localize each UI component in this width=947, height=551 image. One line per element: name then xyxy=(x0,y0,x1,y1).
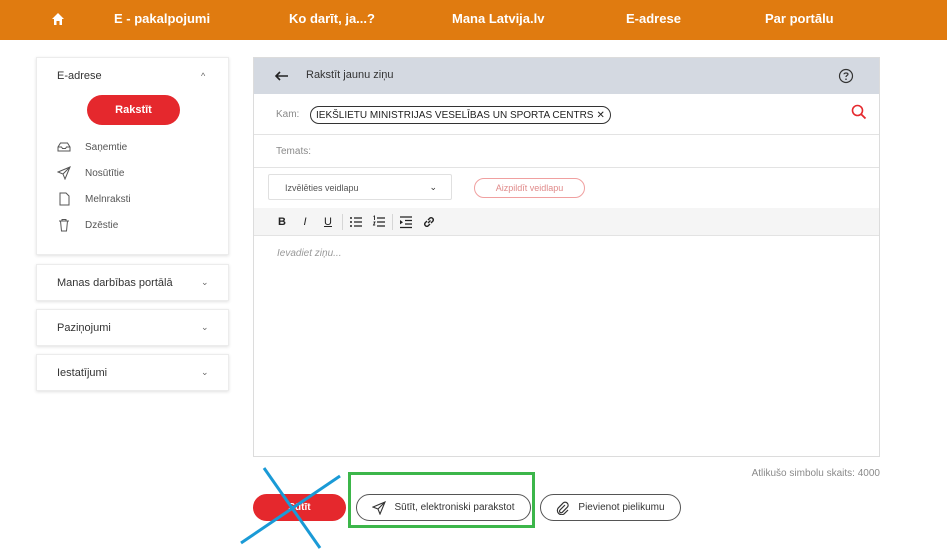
chevron-down-icon: ⌄ xyxy=(201,277,209,287)
indent-icon[interactable] xyxy=(399,215,413,229)
inbox-icon xyxy=(57,142,71,152)
home-icon[interactable] xyxy=(50,11,66,27)
sidebar-eadrese-title[interactable]: E-adrese xyxy=(57,70,102,82)
compose-header: Rakstīt jaunu ziņu xyxy=(254,58,879,94)
numbered-list-icon[interactable] xyxy=(372,215,386,229)
subject-row[interactable]: Temats: xyxy=(254,135,879,168)
recipient-chip[interactable]: IEKŠLIETU MINISTRIJAS VESELĪBAS UN SPORT… xyxy=(310,106,611,124)
link-icon[interactable] xyxy=(422,215,436,229)
attach-button[interactable]: Pievienot pielikumu xyxy=(540,494,681,521)
toolbar-divider xyxy=(392,214,393,230)
sidebar-item-label: Nosūtītie xyxy=(85,167,125,179)
document-icon xyxy=(59,192,70,206)
compose-panel: Rakstīt jaunu ziņu Kam: IEKŠLIETU MINIST… xyxy=(253,57,880,457)
trash-icon xyxy=(59,219,69,232)
sidebar-item-received[interactable]: Saņemtie xyxy=(57,139,127,155)
sidebar-item-drafts[interactable]: Melnraksti xyxy=(57,191,131,207)
sidebar-section-notifications[interactable]: Paziņojumi ⌄ xyxy=(36,309,229,346)
template-row: Izvēlēties veidlapu ⌄ Aizpildīt veidlapu xyxy=(254,168,879,208)
sidebar-item-label: Dzēstie xyxy=(85,219,119,231)
chevron-down-icon: ⌄ xyxy=(201,367,209,377)
compose-title: Rakstīt jaunu ziņu xyxy=(306,69,394,81)
sidebar-eadrese-card: E-adrese ^ Rakstīt Saņemtie Nosūtītie Me… xyxy=(36,57,229,255)
send-button-label: Sūtīt xyxy=(288,502,311,513)
template-select-value: Izvēlēties veidlapu xyxy=(285,183,359,193)
arrow-left-icon[interactable] xyxy=(274,68,290,84)
editor-toolbar: B I U xyxy=(254,208,879,236)
top-navigation: E - pakalpojumi Ko darīt, ja...? Mana La… xyxy=(0,0,947,40)
section-title: Paziņojumi xyxy=(57,322,111,334)
toolbar-divider xyxy=(342,214,343,230)
sidebar-section-settings[interactable]: Iestatījumi ⌄ xyxy=(36,354,229,391)
paper-plane-icon xyxy=(57,166,71,180)
chevron-up-icon[interactable]: ^ xyxy=(201,71,205,81)
recipient-row: Kam: IEKŠLIETU MINISTRIJAS VESELĪBAS UN … xyxy=(254,94,879,135)
section-title: Manas darbības portālā xyxy=(57,277,173,289)
highlight-box xyxy=(348,472,535,528)
chevron-down-icon: ⌄ xyxy=(201,322,209,332)
message-editor[interactable]: Ievadiet ziņu... xyxy=(277,248,341,259)
nav-e-adrese[interactable]: E-adrese xyxy=(626,11,681,26)
sidebar-item-deleted[interactable]: Dzēstie xyxy=(57,217,118,233)
nav-ko-darit[interactable]: Ko darīt, ja...? xyxy=(289,11,375,26)
character-counter: Atlikušo simbolu skaits: 4000 xyxy=(751,468,880,479)
underline-button[interactable]: U xyxy=(321,215,335,229)
nav-mana-latvija[interactable]: Mana Latvija.lv xyxy=(452,11,544,26)
send-button[interactable]: Sūtīt xyxy=(253,494,346,521)
chevron-down-icon: ⌄ xyxy=(429,182,437,192)
to-label: Kam: xyxy=(276,109,300,120)
paperclip-icon xyxy=(557,501,570,515)
nav-par-portalu[interactable]: Par portālu xyxy=(765,11,834,26)
bullet-list-icon[interactable] xyxy=(349,215,363,229)
template-select[interactable]: Izvēlēties veidlapu ⌄ xyxy=(268,174,452,200)
italic-button[interactable]: I xyxy=(298,215,312,229)
sidebar-section-activities[interactable]: Manas darbības portālā ⌄ xyxy=(36,264,229,301)
fill-template-button[interactable]: Aizpildīt veidlapu xyxy=(474,178,585,198)
section-title: Iestatījumi xyxy=(57,367,108,379)
help-icon[interactable] xyxy=(838,68,854,84)
remove-recipient-icon[interactable]: ✕ xyxy=(596,110,604,121)
nav-e-pakalpojumi[interactable]: E - pakalpojumi xyxy=(114,11,210,26)
recipient-name: IEKŠLIETU MINISTRIJAS VESELĪBAS UN SPORT… xyxy=(316,109,594,121)
sidebar-item-sent[interactable]: Nosūtītie xyxy=(57,165,124,181)
attach-label: Pievienot pielikumu xyxy=(578,502,665,513)
search-icon[interactable] xyxy=(851,104,867,120)
subject-label: Temats: xyxy=(276,146,312,157)
sidebar-item-label: Melnraksti xyxy=(85,193,131,205)
write-button[interactable]: Rakstīt xyxy=(87,95,180,125)
bold-button[interactable]: B xyxy=(275,215,289,229)
sidebar-item-label: Saņemtie xyxy=(85,141,128,153)
